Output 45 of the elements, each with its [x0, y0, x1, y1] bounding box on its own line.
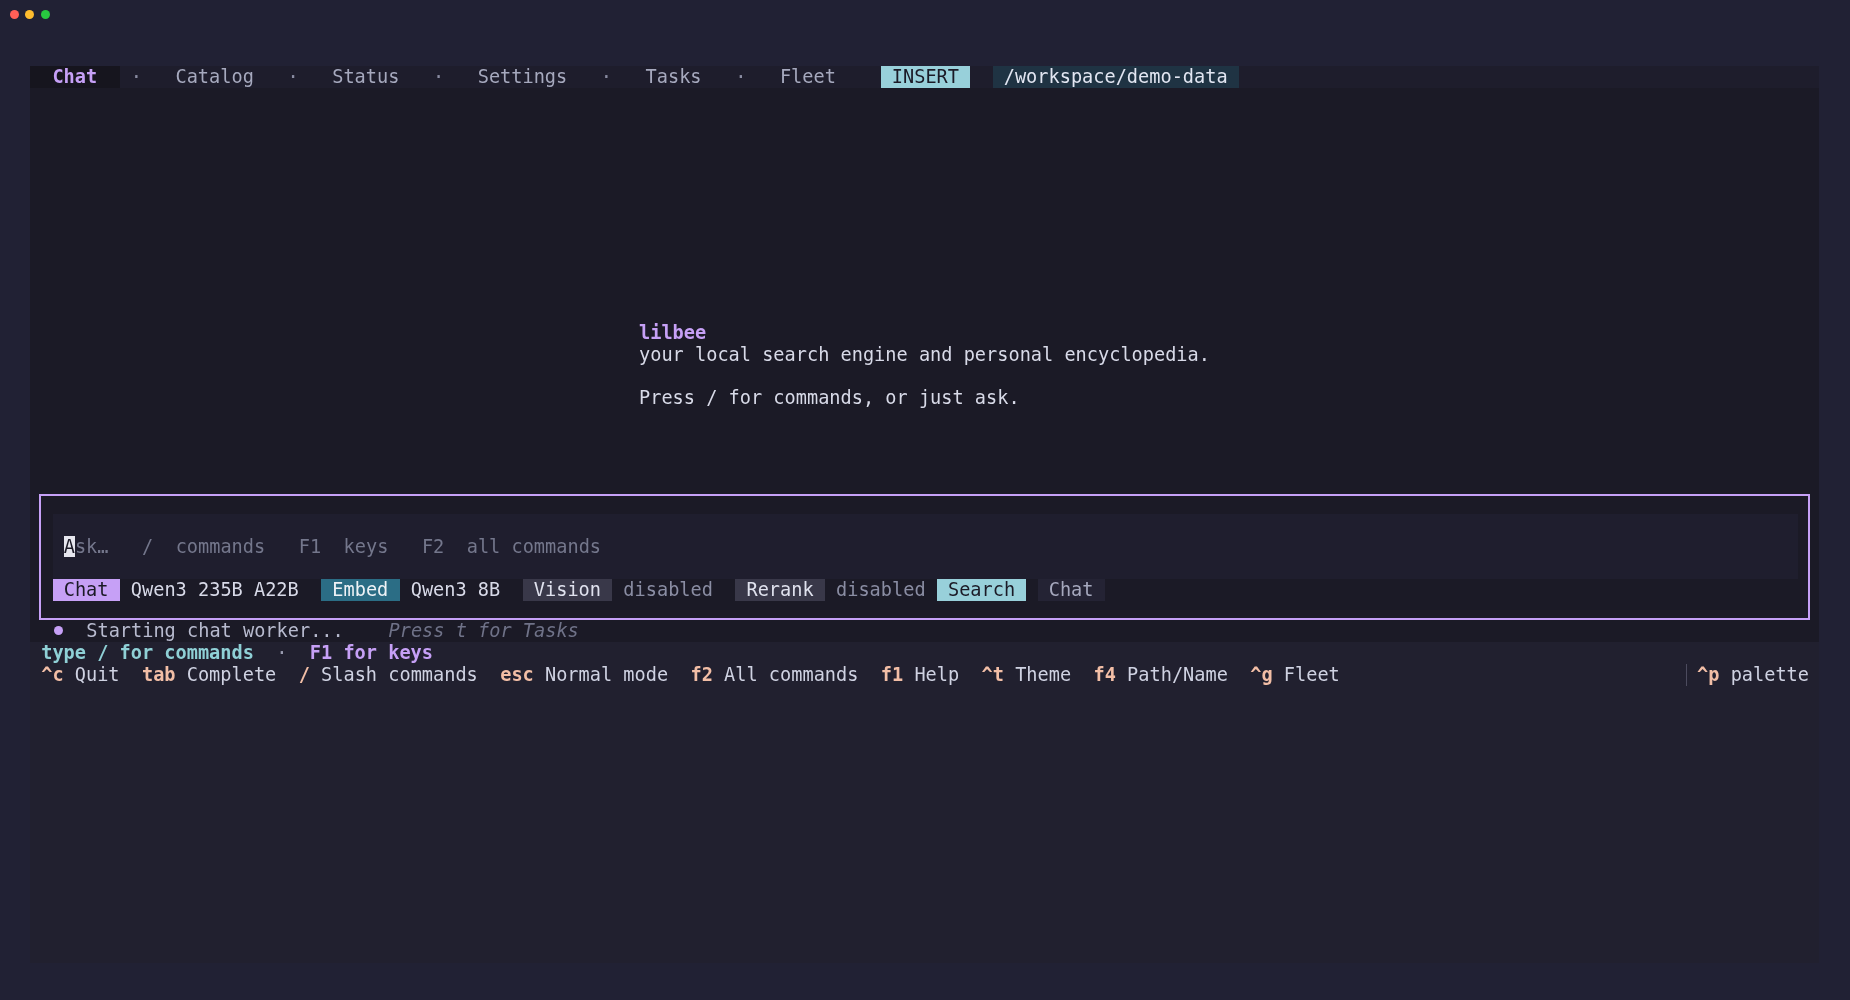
shortcut-hint[interactable]: ^c Quit	[41, 663, 120, 686]
status-message: Starting chat worker...	[86, 620, 344, 642]
model-role-label: Embed	[321, 578, 400, 601]
mode-option[interactable]: Search	[936, 578, 1027, 601]
tab[interactable]: Settings	[455, 66, 590, 88]
minimize-button[interactable]	[25, 9, 34, 19]
app-title: lilbee	[639, 321, 708, 344]
model-role-label: Rerank	[735, 578, 825, 601]
model-role-label: Vision	[522, 578, 613, 601]
keys-hint: F1 for keys	[309, 641, 433, 664]
app-tagline: your local search engine and personal encyclopedia.	[639, 343, 1210, 366]
model-role-label: Chat	[52, 578, 120, 601]
mode-indicator: INSERT	[880, 66, 971, 88]
mode-option[interactable]: Chat	[1037, 578, 1105, 601]
command-hint: type / for commands	[41, 641, 254, 664]
shortcut-hint[interactable]: ^t Theme	[981, 663, 1072, 686]
tab-separator: ·	[287, 66, 299, 88]
shortcut-hint[interactable]: ^g Fleet	[1250, 663, 1340, 686]
model-name: disabled	[836, 578, 926, 601]
tab-separator: ·	[130, 66, 142, 88]
shortcut-hint[interactable]: f1 Help	[880, 663, 960, 686]
tab[interactable]: Status	[309, 66, 422, 88]
model-name: Qwen3 8B	[410, 578, 501, 601]
shortcut-hint[interactable]: tab Complete	[141, 663, 277, 686]
hint-separator: ·	[276, 641, 288, 664]
model-name: Qwen3 235B A22B	[130, 578, 299, 601]
shortcut-hint[interactable]: esc Normal mode	[500, 663, 669, 686]
tab[interactable]: Chat	[30, 66, 120, 88]
zoom-button[interactable]	[40, 9, 50, 19]
close-button[interactable]	[9, 9, 19, 19]
status-hint: Press t for Tasks	[388, 620, 579, 642]
model-name: disabled	[623, 578, 713, 601]
shortcut-hint[interactable]: f4 Path/Name	[1093, 663, 1228, 686]
tab-separator: ·	[735, 66, 747, 88]
shortcut-hint[interactable]: f2 All commands	[690, 663, 859, 686]
status-dot-icon	[53, 626, 63, 636]
palette-shortcut[interactable]: ^p palette	[1697, 663, 1809, 685]
tab-separator: ·	[600, 66, 612, 88]
workspace-path: /workspace/demo-data	[992, 66, 1239, 88]
tab-separator: ·	[432, 66, 445, 88]
tab[interactable]: Catalog	[153, 66, 277, 88]
tab[interactable]: Fleet	[757, 66, 859, 88]
shortcut-hint[interactable]: / Slash commands	[298, 663, 478, 686]
tab[interactable]: Tasks	[623, 66, 724, 88]
welcome-hint: Press / for commands, or just ask.	[639, 387, 1021, 409]
